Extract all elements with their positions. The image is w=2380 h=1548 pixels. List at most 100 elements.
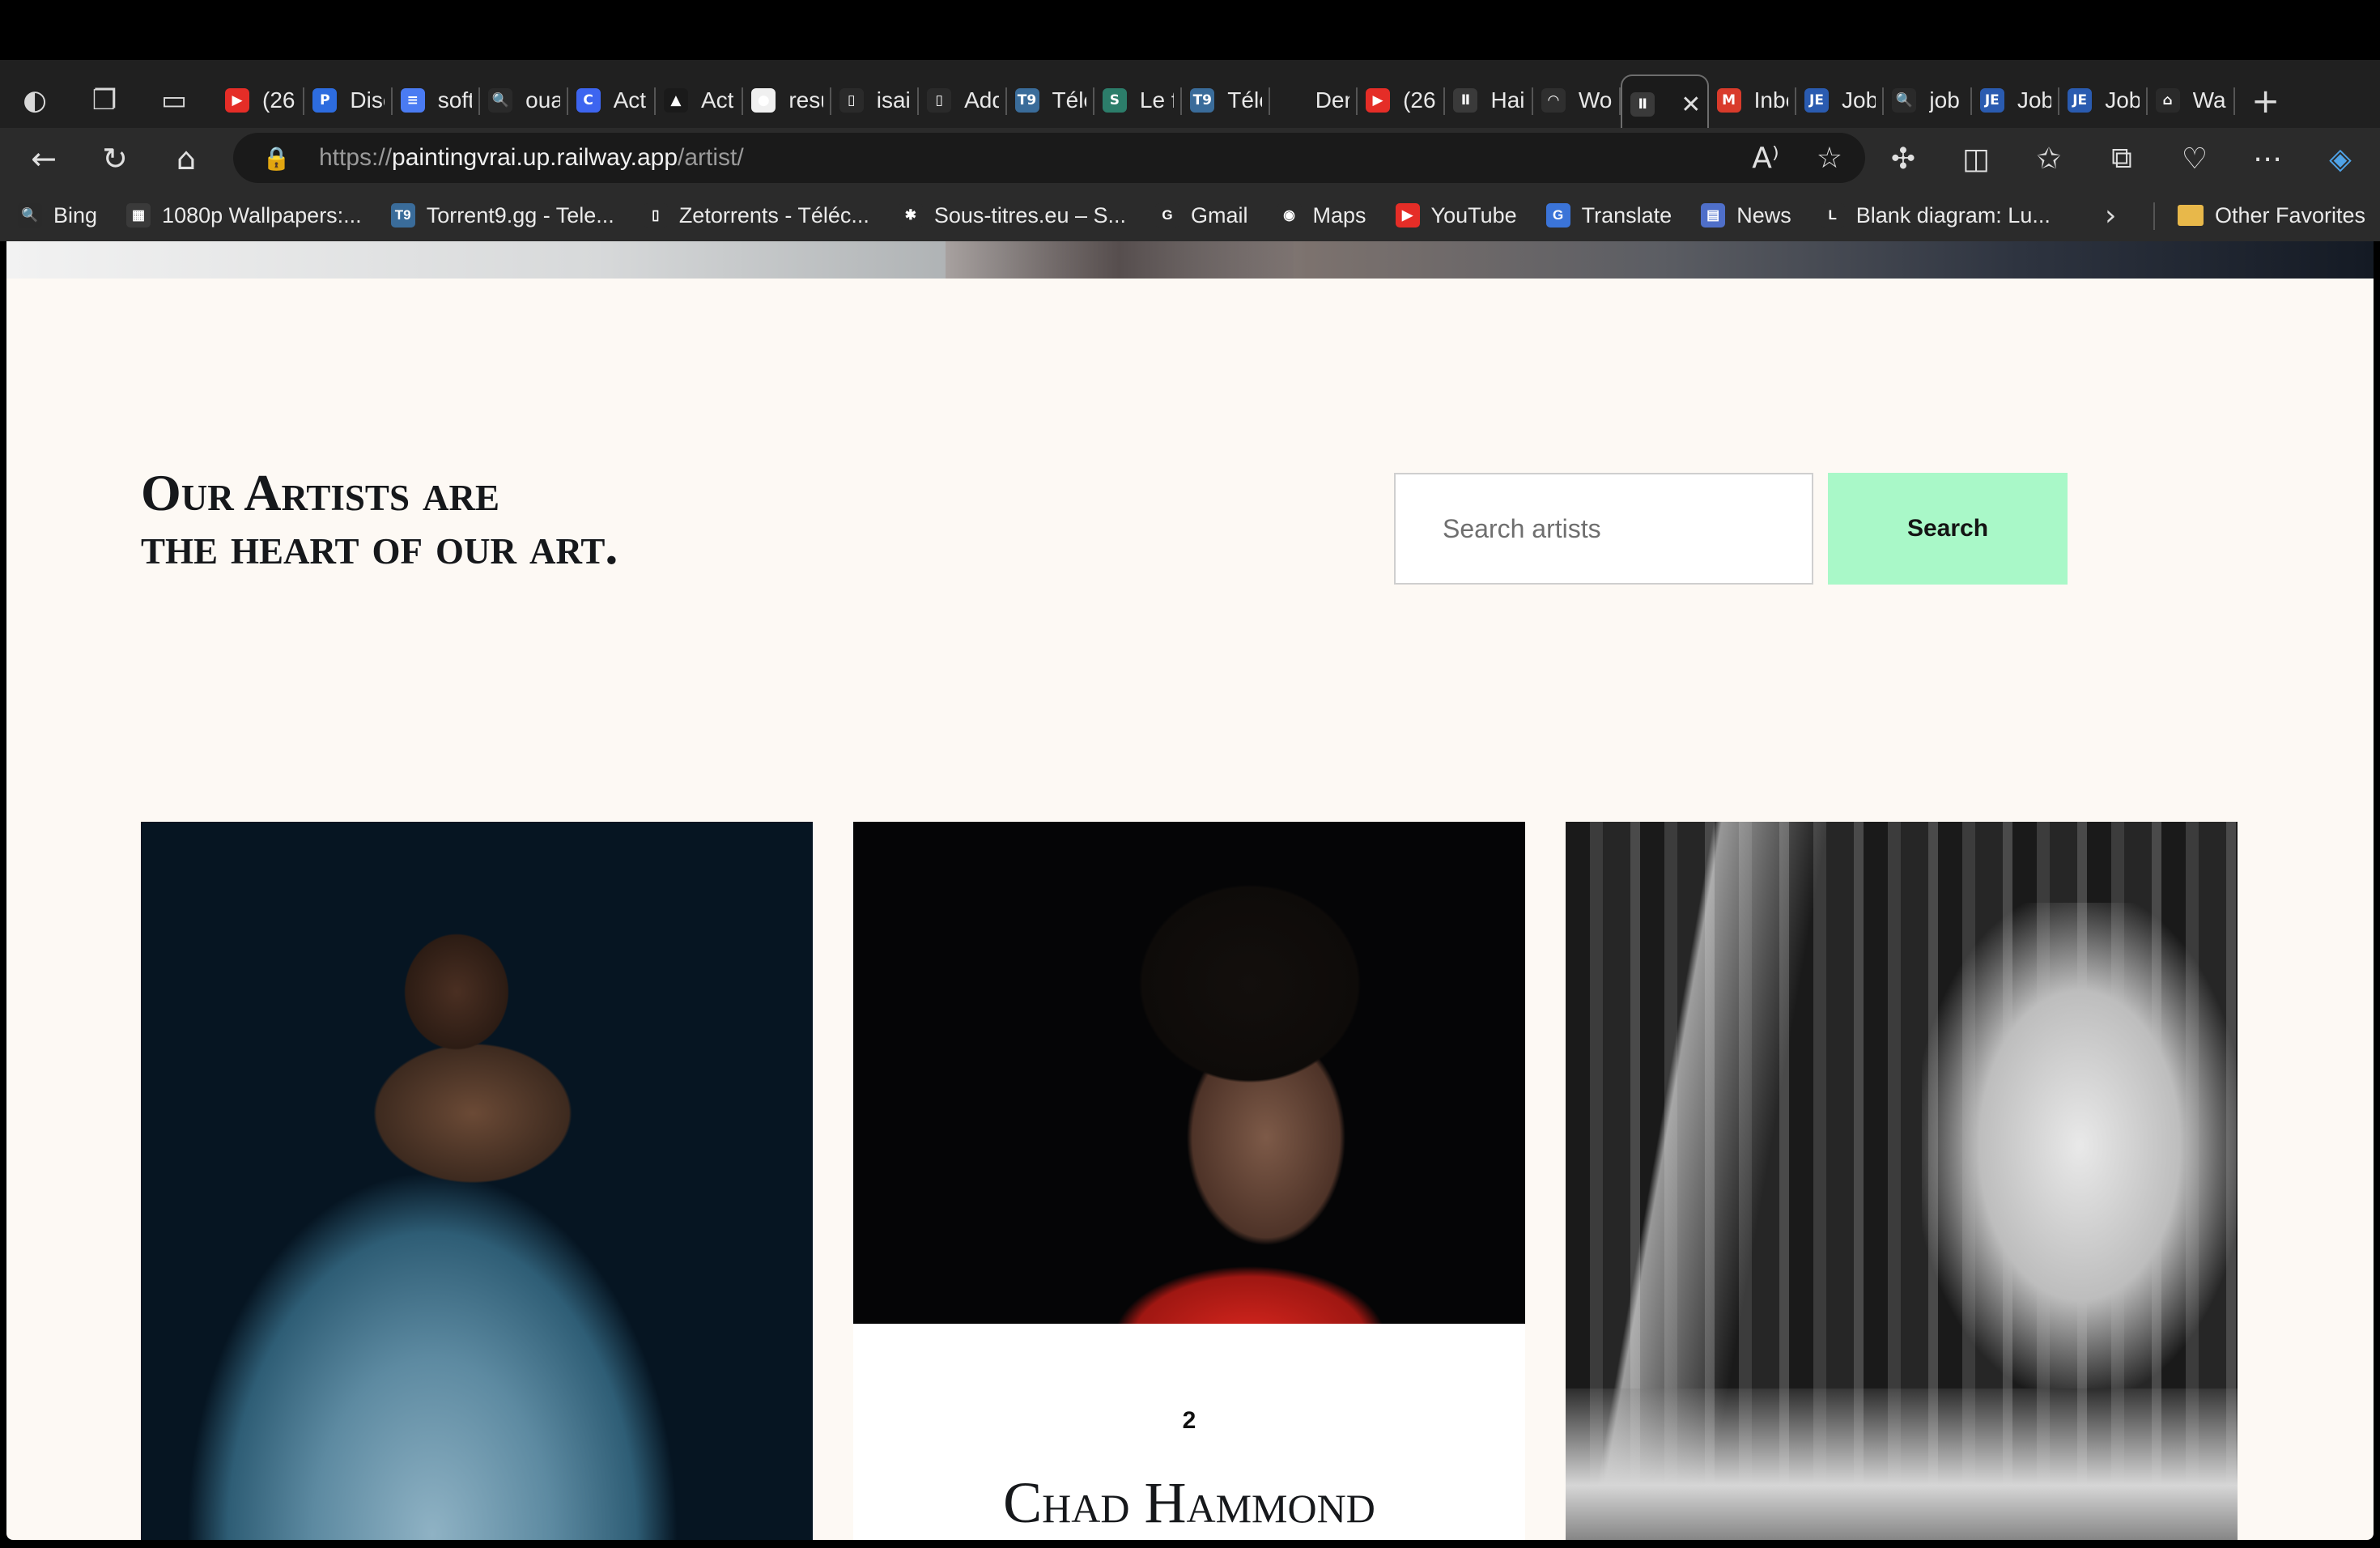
split-screen-icon[interactable]: ◫ bbox=[1951, 134, 2001, 184]
news-icon: ▤ bbox=[1701, 203, 1726, 228]
copilot-icon[interactable]: ◈ bbox=[2315, 134, 2365, 184]
collections-icon[interactable]: ⧉ bbox=[2097, 134, 2147, 184]
bookmark-item[interactable]: T9 Torrent9.gg - Tele... bbox=[390, 203, 614, 228]
navigation-bar: ← ↻ ⌂ 🔒 https://paintingvrai.up.railway.… bbox=[0, 128, 2380, 189]
lucid-icon: L bbox=[1820, 203, 1845, 228]
browser-tab[interactable]: Ⅱ Hai bbox=[1445, 74, 1533, 126]
more-options-icon[interactable]: ⋯ bbox=[2242, 134, 2293, 184]
tab-title: (26 bbox=[262, 87, 295, 113]
browser-tab[interactable]: JE Job bbox=[2059, 74, 2148, 126]
browser-tab[interactable]: ▶ (26 bbox=[1358, 74, 1446, 126]
browser-tab[interactable]: ▶ (26 bbox=[217, 74, 305, 126]
browser-tab[interactable]: ▯ isai bbox=[831, 74, 920, 126]
bookmark-item[interactable]: ▦ 1080p Wallpapers:... bbox=[126, 203, 362, 228]
tab-title: Job bbox=[2105, 87, 2140, 113]
page-viewport: Our Artists are the heart of our art. Se… bbox=[6, 241, 2374, 1540]
je-icon: JE bbox=[1804, 88, 1830, 113]
other-favorites-folder[interactable]: Other Favorites bbox=[2178, 189, 2365, 241]
t9-icon: T9 bbox=[1190, 88, 1215, 113]
url-text[interactable]: https://paintingvrai.up.railway.app/arti… bbox=[319, 144, 744, 172]
bookmark-item[interactable]: L Blank diagram: Lu... bbox=[1820, 202, 2051, 228]
bookmark-item[interactable]: ✱ Sous-titres.eu – S... bbox=[898, 202, 1126, 228]
tab-title: Le f bbox=[1139, 87, 1175, 113]
google-icon: G bbox=[1155, 203, 1179, 228]
window-title-bar bbox=[0, 0, 2380, 60]
artist-photo bbox=[853, 822, 1525, 1324]
browser-tab[interactable]: ▯ Add bbox=[919, 74, 1007, 126]
artist-card[interactable]: 2 Chad Hammond bbox=[853, 822, 1525, 1540]
browser-tab[interactable]: P Disc bbox=[304, 74, 393, 126]
gmail-icon: M bbox=[1716, 88, 1741, 113]
browser-essentials-icon[interactable]: ♡ bbox=[2170, 134, 2220, 184]
tab-title: Inbo bbox=[1753, 87, 1788, 113]
headline-line-1: Our Artists are bbox=[141, 464, 499, 521]
tab-title: Wal bbox=[2192, 87, 2227, 113]
bookmark-label: Blank diagram: Lu... bbox=[1855, 202, 2051, 228]
tab-title: Hai bbox=[1490, 87, 1525, 113]
browser-tab[interactable]: JE Job bbox=[1972, 74, 2060, 126]
chevron-right-icon[interactable]: › bbox=[2105, 189, 2116, 241]
browser-tab[interactable]: ● resu bbox=[743, 74, 831, 126]
youtube-icon: ▶ bbox=[1395, 203, 1420, 228]
docs-icon: ≡ bbox=[400, 88, 425, 113]
tab-title: Add bbox=[964, 87, 999, 113]
page-icon: ▯ bbox=[927, 88, 952, 113]
browser-tab[interactable]: Ⅱ ✕ bbox=[1621, 74, 1709, 133]
bookmark-item[interactable]: ▶ YouTube bbox=[1395, 202, 1517, 228]
artist-card[interactable] bbox=[141, 822, 813, 1540]
browser-tab[interactable]: T9 Télé bbox=[1007, 74, 1094, 126]
search-artists-input[interactable] bbox=[1394, 473, 1813, 585]
refresh-icon[interactable]: ↻ bbox=[79, 128, 151, 189]
close-tab-icon[interactable]: ✕ bbox=[1681, 91, 1701, 119]
browser-tab[interactable]: T9 Télé bbox=[1182, 74, 1270, 126]
other-favorites-label: Other Favorites bbox=[2215, 202, 2366, 228]
browser-tab[interactable]: JE Job bbox=[1796, 74, 1885, 126]
extensions-icon[interactable]: ✣ bbox=[1878, 134, 1928, 184]
t9-icon: T9 bbox=[390, 203, 415, 228]
browser-tab[interactable]: Der bbox=[1270, 74, 1358, 126]
browser-tab[interactable]: ≡ soft bbox=[393, 74, 481, 126]
browser-tab[interactable]: C Act bbox=[568, 74, 656, 126]
tab-actions-icon[interactable]: ▭ bbox=[155, 82, 193, 119]
search-icon: 🔍 bbox=[488, 88, 513, 113]
artist-card[interactable] bbox=[1566, 822, 2238, 1540]
browser-tab[interactable]: M Inbo bbox=[1709, 74, 1797, 126]
bookmark-label: Zetorrents - Téléc... bbox=[678, 202, 869, 228]
browser-tab[interactable]: S Le f bbox=[1094, 74, 1183, 126]
lock-icon[interactable]: 🔒 bbox=[262, 144, 291, 172]
browser-tab[interactable]: ⌂ Wal bbox=[2148, 74, 2235, 126]
bookmark-label: YouTube bbox=[1430, 202, 1517, 228]
bookmark-item[interactable]: ▯ Zetorrents - Téléc... bbox=[643, 202, 869, 228]
headline-line-2: the heart of our art. bbox=[141, 517, 618, 575]
bookmark-item[interactable]: 🔍 Bing bbox=[18, 203, 97, 228]
home-icon[interactable]: ⌂ bbox=[151, 128, 222, 189]
workspaces-icon[interactable]: ❐ bbox=[86, 82, 123, 119]
favorite-star-icon[interactable]: ☆ bbox=[1817, 142, 1842, 175]
bookmark-label: News bbox=[1736, 202, 1791, 228]
back-icon[interactable]: ← bbox=[8, 128, 79, 189]
brand-icon: Ⅱ bbox=[1630, 92, 1655, 117]
bookmark-item[interactable]: G Gmail bbox=[1155, 203, 1248, 228]
bookmark-item[interactable]: G Translate bbox=[1545, 203, 1672, 228]
browser-tab[interactable]: 🔍 job bbox=[1884, 74, 1972, 126]
je-icon: JE bbox=[1979, 88, 2004, 113]
page-headline: Our Artists are the heart of our art. bbox=[141, 466, 618, 573]
browser-tab[interactable]: ▲ Act bbox=[656, 74, 744, 126]
tab-title: Act bbox=[613, 87, 647, 113]
je-icon: JE bbox=[2068, 88, 2093, 113]
artist-name[interactable]: Chad Hammond bbox=[853, 1469, 1525, 1537]
search-button[interactable]: Search bbox=[1828, 473, 2068, 585]
bookmark-label: Bing bbox=[53, 202, 98, 228]
bookmark-item[interactable]: ◉ Maps bbox=[1277, 203, 1366, 228]
t9-icon: T9 bbox=[1014, 88, 1039, 113]
read-aloud-icon[interactable]: A⁾ bbox=[1752, 142, 1779, 175]
favorites-icon[interactable]: ✩ bbox=[2024, 134, 2074, 184]
browser-tab[interactable]: 🔍 oua bbox=[480, 74, 568, 126]
new-tab-icon[interactable]: + bbox=[2251, 81, 2280, 121]
browser-tab[interactable]: ◠ Wo bbox=[1533, 74, 1621, 126]
tab-title: soft bbox=[437, 87, 473, 113]
profile-icon[interactable]: ◐ bbox=[16, 82, 53, 119]
address-bar[interactable]: 🔒 https://paintingvrai.up.railway.app/ar… bbox=[233, 133, 1865, 183]
bookmark-item[interactable]: ▤ News bbox=[1701, 203, 1791, 228]
bookmark-label: Sous-titres.eu – S... bbox=[933, 202, 1126, 228]
